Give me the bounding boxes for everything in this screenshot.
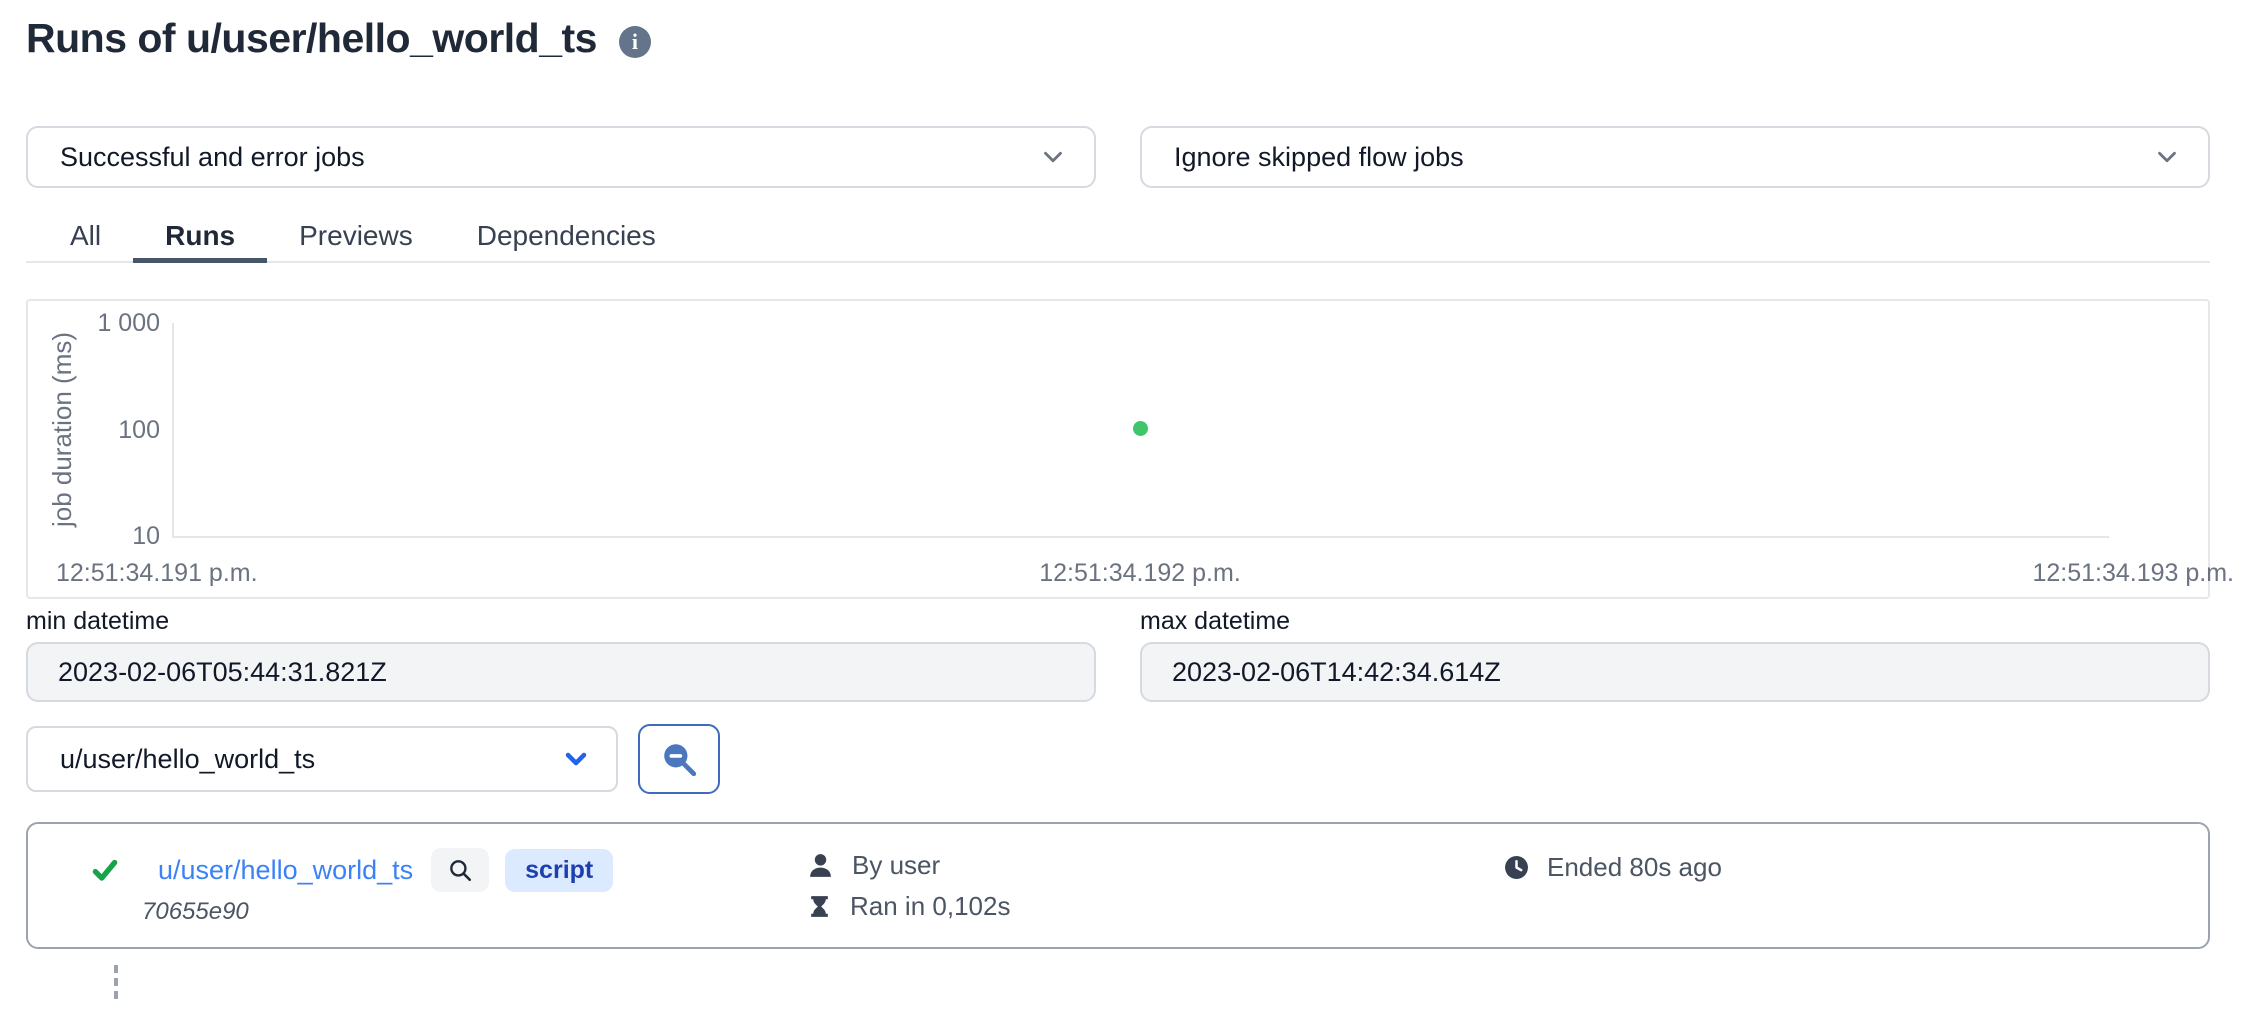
tab-bar: All Runs Previews Dependencies	[26, 216, 2210, 263]
search-icon	[447, 857, 473, 883]
chart-x-tick: 12:51:34.192 p.m.	[1039, 559, 1241, 588]
run-duration-row: Ran in 0,102s	[807, 891, 1504, 922]
page-header: Runs of u/user/hello_world_ts i	[26, 14, 2210, 62]
run-datapoint[interactable]	[1133, 421, 1148, 436]
min-datetime-input[interactable]	[26, 642, 1096, 702]
script-path-select[interactable]: u/user/hello_world_ts	[26, 726, 618, 792]
job-status-select-value: Successful and error jobs	[60, 142, 365, 173]
path-filter-row: u/user/hello_world_ts	[26, 724, 2210, 794]
runs-page: Runs of u/user/hello_world_ts i Successf…	[0, 0, 2248, 999]
chart-y-axis-line	[172, 323, 174, 538]
chevron-down-icon	[560, 743, 592, 775]
tab-dependencies[interactable]: Dependencies	[445, 216, 688, 263]
job-kind-badge: script	[505, 849, 613, 892]
script-path-select-value: u/user/hello_world_ts	[60, 744, 315, 775]
skipped-flow-select-value: Ignore skipped flow jobs	[1174, 142, 1464, 173]
run-ended-row: Ended 80s ago	[1504, 852, 2178, 883]
max-datetime-group: max datetime	[1140, 607, 2210, 702]
run-row: u/user/hello_world_ts script 70655e90 By…	[26, 822, 2210, 949]
job-status-select[interactable]: Successful and error jobs	[26, 126, 1096, 188]
run-inspect-button[interactable]	[431, 848, 489, 892]
datetime-filters: min datetime max datetime	[26, 607, 2210, 702]
chart-y-tick: 10	[28, 521, 160, 551]
run-main-line: u/user/hello_world_ts script	[90, 848, 807, 892]
min-datetime-group: min datetime	[26, 607, 1096, 702]
zoom-out-button[interactable]	[638, 724, 720, 794]
chart-x-tick: 12:51:34.191 p.m.	[56, 559, 258, 588]
run-by-row: By user	[807, 850, 1504, 881]
run-by-text: By user	[852, 850, 940, 881]
timeline-connector	[114, 965, 118, 999]
min-datetime-label: min datetime	[26, 607, 1096, 636]
run-ended-text: Ended 80s ago	[1547, 852, 1722, 883]
run-job-id: 70655e90	[142, 898, 807, 926]
tab-previews[interactable]: Previews	[267, 216, 445, 263]
filters-row: Successful and error jobs Ignore skipped…	[26, 126, 2210, 188]
chevron-down-icon	[2152, 142, 2182, 172]
person-icon	[807, 852, 834, 879]
runs-duration-chart: job duration (ms) 1 000 100 10 12:51:34.…	[26, 299, 2210, 599]
clock-icon	[1504, 855, 1529, 880]
skipped-flow-select[interactable]: Ignore skipped flow jobs	[1140, 126, 2210, 188]
chart-x-axis-line	[172, 536, 2109, 538]
info-icon[interactable]: i	[619, 26, 651, 58]
page-title: Runs of u/user/hello_world_ts	[26, 15, 597, 62]
chart-x-tick: 12:51:34.193 p.m.	[2032, 559, 2234, 588]
chevron-down-icon	[1038, 142, 1068, 172]
max-datetime-input[interactable]	[1140, 642, 2210, 702]
chart-y-tick: 100	[28, 415, 160, 445]
success-check-icon	[90, 855, 120, 885]
tab-all[interactable]: All	[38, 216, 133, 263]
hourglass-icon	[807, 894, 832, 919]
run-path-link[interactable]: u/user/hello_world_ts	[158, 855, 413, 886]
run-duration-text: Ran in 0,102s	[850, 891, 1010, 922]
run-ended: Ended 80s ago	[1504, 848, 2178, 947]
tab-runs[interactable]: Runs	[133, 216, 267, 263]
run-meta: By user Ran in 0,102s	[807, 848, 1504, 947]
zoom-out-icon	[660, 740, 698, 778]
max-datetime-label: max datetime	[1140, 607, 2210, 636]
chart-y-tick: 1 000	[28, 308, 160, 338]
run-main: u/user/hello_world_ts script 70655e90	[90, 848, 807, 947]
